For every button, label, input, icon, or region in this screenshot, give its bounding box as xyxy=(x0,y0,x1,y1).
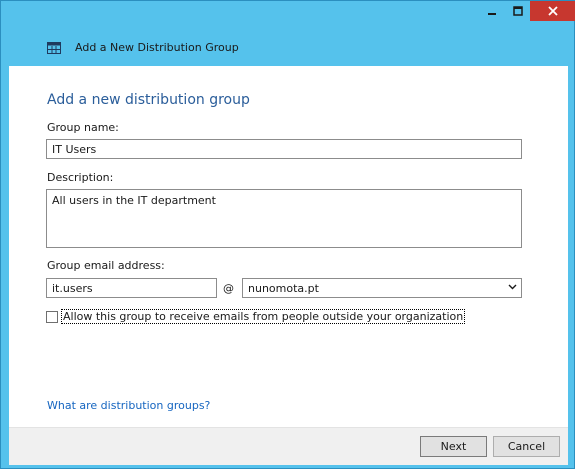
maximize-button[interactable] xyxy=(505,1,530,21)
domain-select-value: nunomota.pt xyxy=(248,282,319,295)
allow-external-label[interactable]: Allow this group to receive emails from … xyxy=(61,309,466,324)
group-name-input[interactable]: IT Users xyxy=(46,139,522,159)
help-link[interactable]: What are distribution groups? xyxy=(47,399,210,412)
email-local-input[interactable]: it.users xyxy=(46,278,217,298)
chevron-down-icon xyxy=(508,284,517,290)
dialog-window: Add a New Distribution Group Add a new d… xyxy=(0,0,575,469)
maximize-icon xyxy=(512,6,523,16)
allow-external-checkbox[interactable] xyxy=(46,311,58,323)
form-heading: Add a new distribution group xyxy=(47,92,250,108)
minimize-button[interactable] xyxy=(479,1,504,21)
close-button[interactable] xyxy=(530,1,575,21)
title-bar[interactable]: Add a New Distribution Group xyxy=(1,1,575,65)
at-symbol: @ xyxy=(223,282,234,295)
title-row: Add a New Distribution Group xyxy=(47,41,239,54)
cancel-button[interactable]: Cancel xyxy=(493,436,560,457)
right-frame xyxy=(568,65,574,468)
next-button[interactable]: Next xyxy=(420,436,487,457)
description-label: Description: xyxy=(47,171,114,184)
email-label: Group email address: xyxy=(47,259,165,272)
description-textarea[interactable]: All users in the IT department xyxy=(46,189,522,248)
window-title: Add a New Distribution Group xyxy=(75,41,239,54)
button-bar: Next Cancel xyxy=(9,427,568,465)
app-grid-icon xyxy=(47,41,61,54)
minimize-icon xyxy=(487,13,496,15)
close-icon xyxy=(547,6,558,16)
left-frame xyxy=(1,65,9,468)
domain-select[interactable]: nunomota.pt xyxy=(242,278,522,298)
group-name-label: Group name: xyxy=(47,121,119,134)
form-panel: Add a new distribution group Group name:… xyxy=(9,66,568,427)
